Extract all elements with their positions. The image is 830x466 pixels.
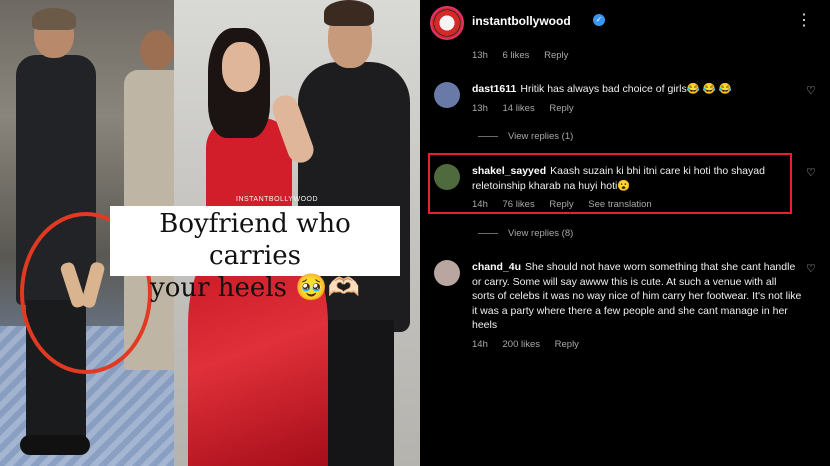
comment-likes[interactable]: 200 likes: [503, 339, 541, 350]
comment-text-block: chand_4u She should not have worn somethi…: [472, 260, 802, 333]
divider: [478, 135, 498, 137]
view-replies-label[interactable]: View replies (8): [508, 228, 573, 239]
caption-overlay: Boyfriend who carries your heels 🥹🫶🏻: [110, 206, 400, 303]
comment-time: 14h: [472, 199, 488, 210]
comment-time: 13h: [472, 50, 488, 61]
avatar[interactable]: [434, 82, 460, 108]
verified-badge-icon: ✓: [593, 14, 605, 26]
comment-username[interactable]: chand_4u: [472, 261, 521, 273]
comment-likes[interactable]: 6 likes: [503, 50, 530, 61]
account-avatar[interactable]: [430, 6, 464, 40]
reply-button[interactable]: Reply: [555, 339, 579, 350]
comment-likes[interactable]: 76 likes: [503, 199, 535, 210]
divider: [478, 232, 498, 234]
caption-line-2: your heels 🥹🫶🏻: [150, 273, 360, 303]
comment-meta: 14h 76 likes Reply See translation: [472, 199, 664, 210]
watermark: INSTANTBOLLYWOOD: [236, 196, 319, 203]
comment-username[interactable]: dast1611: [472, 83, 516, 95]
comment-likes[interactable]: 14 likes: [503, 103, 535, 114]
comment-text: Hritik has always bad choice of girls😂 😂…: [520, 83, 732, 95]
reply-button[interactable]: Reply: [549, 103, 573, 114]
reply-button[interactable]: Reply: [549, 199, 573, 210]
caption-line-1: Boyfriend who carries: [159, 209, 351, 271]
comment-text-block: shakel_sayyed Kaash suzain ki bhi itni ca…: [472, 164, 772, 193]
comment-time: 14h: [472, 339, 488, 350]
previous-comment-meta: 13h 6 likes Reply: [472, 50, 580, 61]
comment-meta: 13h 14 likes Reply: [472, 103, 586, 114]
comments-panel: instantbollywood ✓ ⋮ 13h 6 likes Reply d…: [420, 0, 830, 466]
like-heart-icon[interactable]: ♡: [806, 166, 816, 179]
post-header: instantbollywood ✓ ⋮: [420, 0, 830, 46]
comment-meta: 14h 200 likes Reply: [472, 339, 591, 350]
comment-username[interactable]: shakel_sayyed: [472, 165, 546, 177]
avatar[interactable]: [434, 164, 460, 190]
view-replies-button[interactable]: View replies (1): [478, 131, 573, 142]
more-options-icon[interactable]: ⋮: [796, 10, 813, 30]
comment-time: 13h: [472, 103, 488, 114]
like-heart-icon[interactable]: ♡: [806, 84, 816, 97]
view-replies-label[interactable]: View replies (1): [508, 131, 573, 142]
reply-button[interactable]: Reply: [544, 50, 568, 61]
see-translation-button[interactable]: See translation: [588, 199, 651, 210]
view-replies-button[interactable]: View replies (8): [478, 228, 573, 239]
post-image: INSTANTBOLLYWOOD Boyfriend who carries y…: [0, 0, 420, 466]
avatar[interactable]: [434, 260, 460, 286]
like-heart-icon[interactable]: ♡: [806, 262, 816, 275]
comment-text-block: dast1611 Hritik has always bad choice of …: [472, 82, 792, 97]
account-name[interactable]: instantbollywood: [472, 14, 571, 28]
comment-text: She should not have worn something that …: [472, 261, 802, 331]
